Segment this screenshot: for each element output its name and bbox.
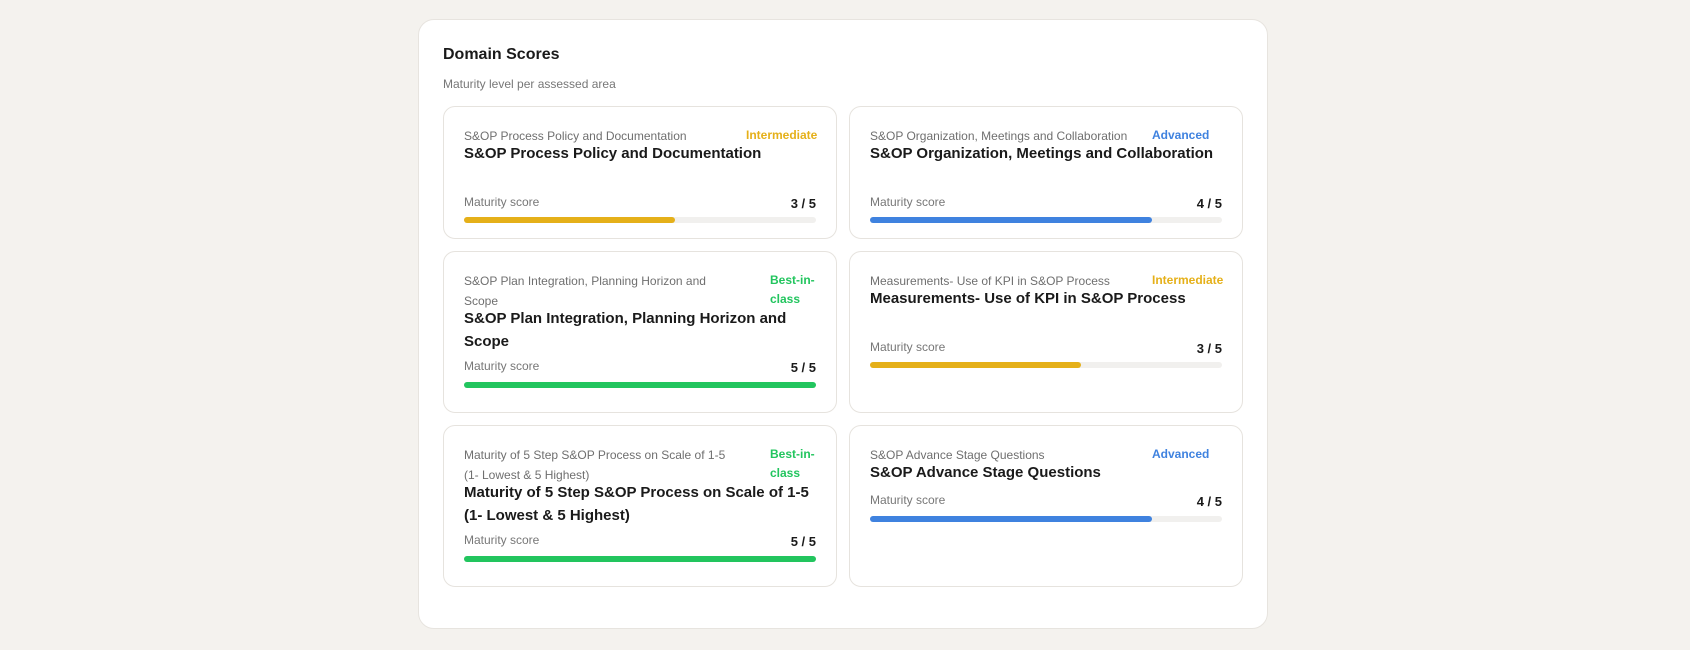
score-value: 3 / 5 bbox=[1196, 341, 1222, 356]
domain-card: Maturity of 5 Step S&OP Process on Scale… bbox=[443, 425, 837, 587]
domain-card: Measurements- Use of KPI in S&OP Process… bbox=[849, 251, 1243, 413]
score-progress-fill bbox=[870, 362, 1082, 368]
score-progress-bar bbox=[464, 556, 816, 562]
score-progress-bar bbox=[870, 516, 1222, 522]
score-progress-fill bbox=[870, 217, 1152, 223]
score-progress-fill bbox=[464, 556, 816, 562]
score-value: 4 / 5 bbox=[1196, 196, 1222, 211]
domain-card: S&OP Process Policy and Documentation In… bbox=[443, 106, 837, 239]
maturity-level-badge: Best-in-class bbox=[770, 273, 815, 306]
score-value: 3 / 5 bbox=[790, 196, 816, 211]
card-title: S&OP Organization, Meetings and Collabor… bbox=[870, 145, 1214, 162]
score-label: Maturity score bbox=[870, 195, 946, 209]
score-label: Maturity score bbox=[464, 195, 540, 209]
card-title: Measurements- Use of KPI in S&OP Process bbox=[870, 290, 1186, 307]
score-value: 4 / 5 bbox=[1196, 494, 1222, 509]
card-title: S&OP Advance Stage Questions bbox=[870, 464, 1101, 481]
score-progress-fill bbox=[464, 382, 816, 388]
card-title: S&OP Plan Integration, Planning Horizon … bbox=[464, 310, 787, 350]
panel-title: Domain Scores bbox=[443, 46, 560, 63]
card-area-label: S&OP Plan Integration, Planning Horizon … bbox=[464, 274, 706, 308]
domain-card: S&OP Plan Integration, Planning Horizon … bbox=[443, 251, 837, 413]
domain-card: S&OP Organization, Meetings and Collabor… bbox=[849, 106, 1243, 239]
score-progress-bar bbox=[464, 382, 816, 388]
score-value: 5 / 5 bbox=[790, 534, 816, 549]
card-title: Maturity of 5 Step S&OP Process on Scale… bbox=[464, 484, 809, 524]
maturity-level-badge: Best-in-class bbox=[770, 447, 815, 480]
card-title: S&OP Process Policy and Documentation bbox=[464, 145, 762, 162]
score-progress-bar bbox=[870, 217, 1222, 223]
card-area-label: Maturity of 5 Step S&OP Process on Scale… bbox=[464, 448, 726, 482]
domain-card: S&OP Advance Stage Questions Advanced S&… bbox=[849, 425, 1243, 587]
score-progress-fill bbox=[464, 217, 676, 223]
panel-subtitle: Maturity level per assessed area bbox=[443, 77, 616, 91]
score-progress-bar bbox=[870, 362, 1222, 368]
domain-scores-panel: Domain Scores Maturity level per assesse… bbox=[418, 19, 1268, 629]
score-label: Maturity score bbox=[870, 340, 946, 354]
score-value: 5 / 5 bbox=[790, 360, 816, 375]
score-label: Maturity score bbox=[870, 493, 946, 507]
score-label: Maturity score bbox=[464, 359, 540, 373]
score-progress-bar bbox=[464, 217, 816, 223]
score-progress-fill bbox=[870, 516, 1152, 522]
score-label: Maturity score bbox=[464, 533, 540, 547]
